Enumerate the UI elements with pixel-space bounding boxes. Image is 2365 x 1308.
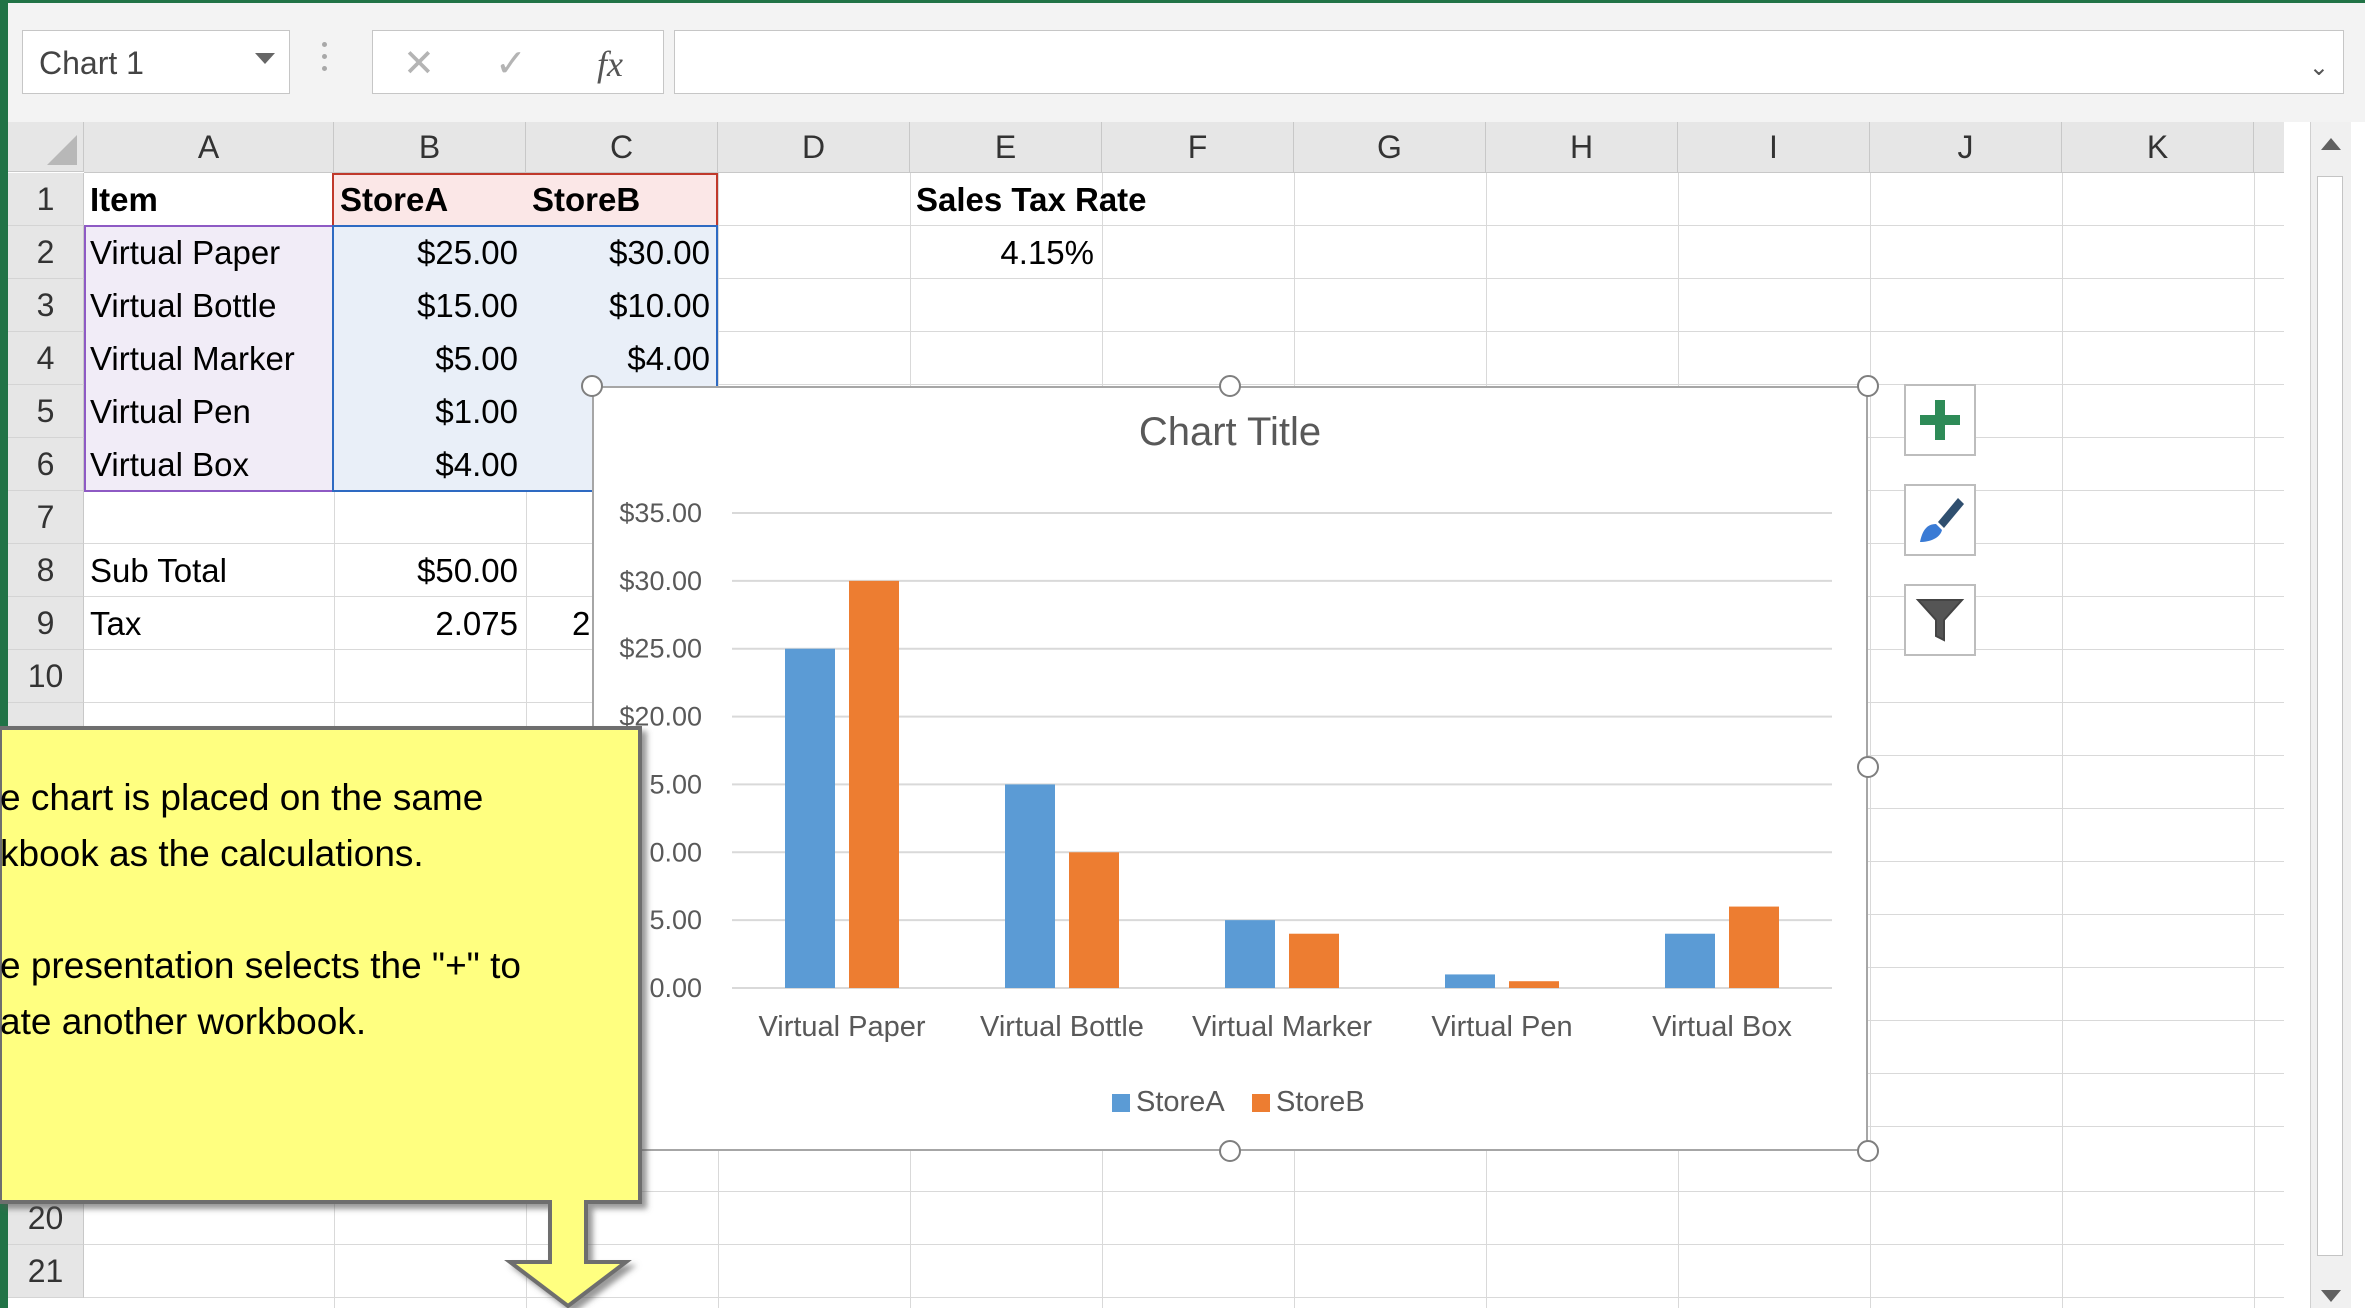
- excel-window: Chart 1 ✕ ✓ fx ⌄ A B C D E F G H I J K 1…: [0, 0, 2365, 1308]
- callout-line: kbook as the calculations.: [0, 833, 424, 874]
- x-tick-label: Virtual Box: [1652, 1011, 1792, 1043]
- brush-icon: [1920, 498, 1964, 542]
- scroll-down-icon[interactable]: [2321, 1290, 2341, 1302]
- legend-swatch: [1252, 1094, 1270, 1112]
- callout-line: e chart is placed on the same: [0, 777, 484, 818]
- cell-e1[interactable]: Sales Tax Rate: [916, 173, 1147, 226]
- column-header-j[interactable]: J: [1870, 122, 2062, 172]
- scrollbar-thumb[interactable]: [2317, 176, 2343, 1256]
- chevron-down-icon[interactable]: ⌄: [2309, 53, 2329, 82]
- chart-elements-button[interactable]: [1904, 384, 1976, 456]
- callout-line: ate another workbook.: [0, 1001, 367, 1042]
- callout-shape: [0, 726, 642, 1308]
- callout-line: e presentation selects the "+" to: [0, 945, 521, 986]
- filter-icon: [1915, 599, 1965, 642]
- column-header-e[interactable]: E: [910, 122, 1102, 172]
- bar-storeb: [1289, 933, 1339, 988]
- bar-storea: [1225, 920, 1275, 988]
- legend-label: StoreB: [1276, 1086, 1365, 1118]
- resize-handle-bottom[interactable]: [1219, 1140, 1241, 1162]
- resize-handle-bottom-right[interactable]: [1857, 1140, 1879, 1162]
- bar-storea: [785, 648, 835, 988]
- x-tick-label: Virtual Marker: [1192, 1011, 1372, 1043]
- chart-object[interactable]: Chart Title $35.00 $30.00 $25.00 $20.00 5.00…: [592, 386, 1868, 1151]
- scroll-up-icon[interactable]: [2321, 138, 2341, 150]
- resize-handle-right[interactable]: [1857, 756, 1879, 778]
- legend-label: StoreA: [1136, 1086, 1225, 1118]
- bar-storea: [1005, 784, 1055, 988]
- bar-storea: [1665, 933, 1715, 988]
- plus-icon: [1920, 400, 1960, 440]
- column-header-h[interactable]: H: [1486, 122, 1678, 172]
- column-header-d[interactable]: D: [718, 122, 910, 172]
- x-tick-label: Virtual Bottle: [980, 1011, 1144, 1043]
- bar-storeb: [1509, 981, 1559, 988]
- cell-e2[interactable]: 4.15%: [910, 226, 1094, 279]
- chart-filters-button[interactable]: [1904, 584, 1976, 656]
- bar-storeb: [1069, 852, 1119, 988]
- bar-storea: [1445, 974, 1495, 988]
- x-tick-label: Virtual Paper: [758, 1011, 925, 1043]
- chart-plot: Chart Title $35.00$30.00$25.00$20.005.00…: [619, 410, 1832, 1118]
- formula-input[interactable]: ⌄: [674, 30, 2344, 94]
- resize-handle-top-right[interactable]: [1857, 375, 1879, 397]
- callout-text: e chart is placed on the same kbook as t…: [0, 770, 598, 1050]
- chart-styles-button[interactable]: [1904, 484, 1976, 556]
- bar-storeb: [849, 580, 899, 988]
- column-header-g[interactable]: G: [1294, 122, 1486, 172]
- x-tick-label: Virtual Pen: [1431, 1011, 1572, 1043]
- vertical-scrollbar[interactable]: [2310, 122, 2351, 1308]
- legend-swatch: [1112, 1094, 1130, 1112]
- column-header-i[interactable]: I: [1678, 122, 1870, 172]
- column-header-f[interactable]: F: [1102, 122, 1294, 172]
- bar-storeb: [1729, 906, 1779, 988]
- resize-handle-top[interactable]: [1219, 375, 1241, 397]
- column-header-k[interactable]: K: [2062, 122, 2254, 172]
- chart-title[interactable]: Chart Title: [1139, 410, 1321, 454]
